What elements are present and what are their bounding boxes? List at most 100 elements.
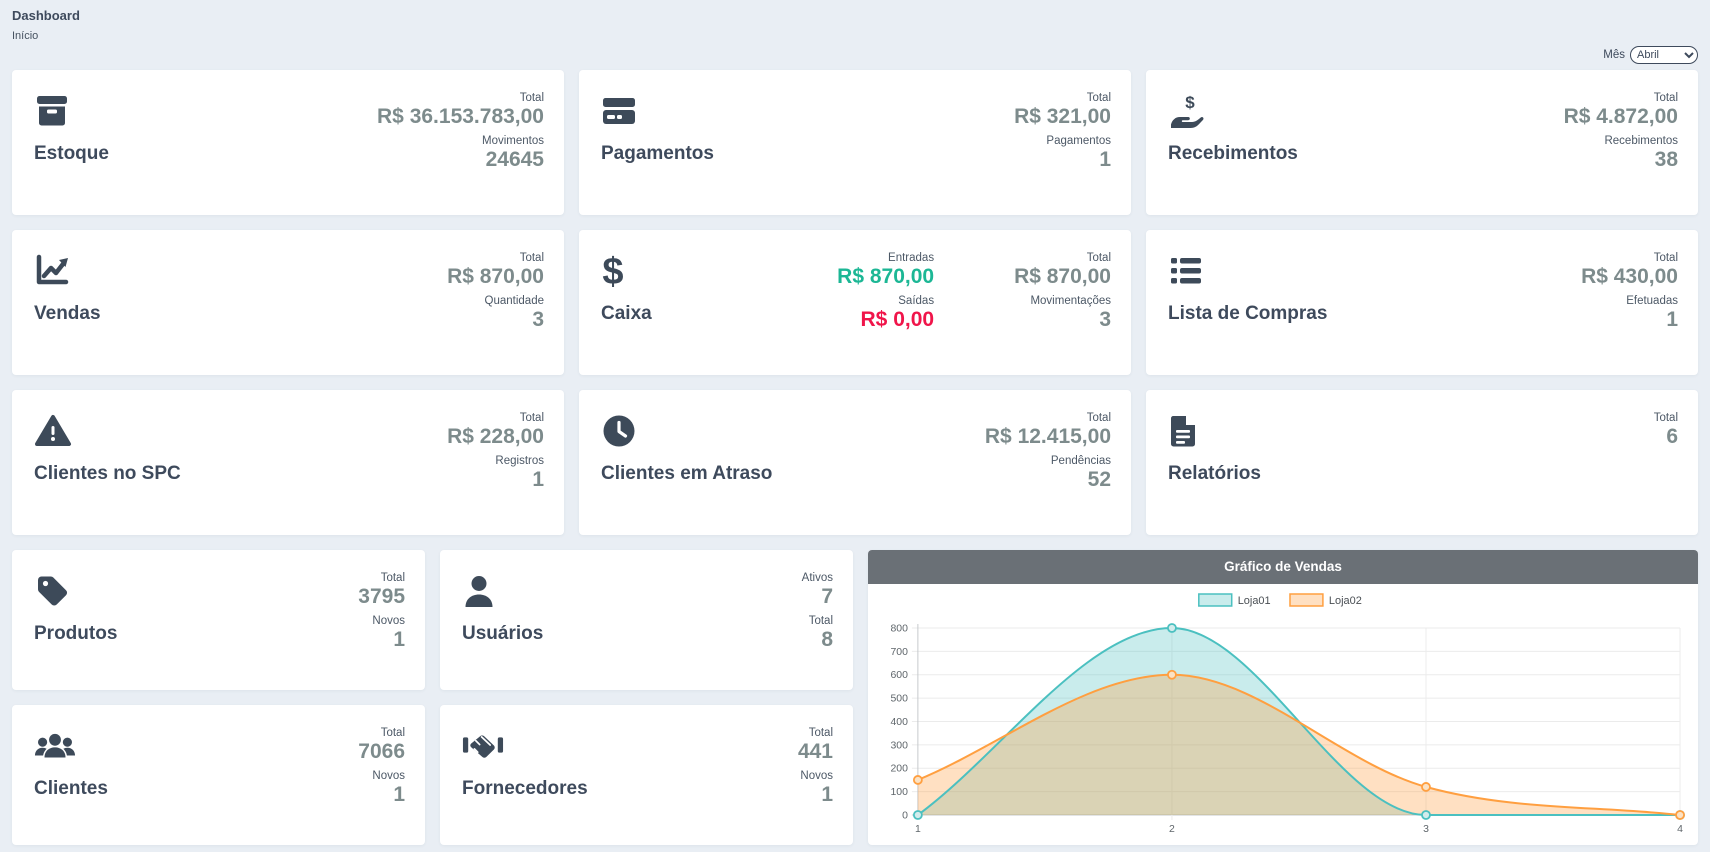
svg-text:100: 100 [890, 787, 908, 798]
chart-line-icon [34, 252, 76, 290]
stat-value: 441 [798, 740, 833, 763]
tag-icon [34, 572, 76, 610]
svg-text:600: 600 [890, 670, 908, 681]
svg-text:0: 0 [902, 810, 908, 821]
stat-value: 1 [532, 468, 544, 491]
stat-value: 8 [821, 628, 833, 651]
card-clientes[interactable]: Clientes Total7066Novos1 [12, 705, 425, 845]
stat-value: 3 [1099, 308, 1111, 331]
stat-label: Total [1087, 252, 1111, 264]
svg-text:800: 800 [890, 623, 908, 634]
month-filter-row: Mês Abril [12, 44, 1698, 66]
card-title: Fornecedores [462, 778, 588, 800]
card-produtos[interactable]: Produtos Total3795Novos1 [12, 550, 425, 690]
card-caixa[interactable]: $ Caixa EntradasR$ 870,00SaídasR$ 0,00 To… [579, 230, 1131, 375]
stat-column: EntradasR$ 870,00SaídasR$ 0,00 [837, 252, 934, 363]
credit-card-icon [601, 92, 643, 130]
card-title: Caixa [601, 303, 652, 325]
stat-value: R$ 321,00 [1014, 105, 1111, 128]
card-clientes-no-spc[interactable]: Clientes no SPC TotalR$ 228,00Registros1 [12, 390, 564, 535]
stat-label: Total [520, 92, 544, 104]
card-title: Vendas [34, 303, 101, 325]
stat-label: Total [381, 572, 405, 584]
svg-text:2: 2 [1169, 824, 1175, 835]
sales-chart: 01002003004005006007008001234Loja01Loja0… [868, 584, 1698, 845]
svg-text:Loja02: Loja02 [1329, 595, 1362, 607]
stat-value: 1 [393, 628, 405, 651]
svg-text:500: 500 [890, 694, 908, 705]
stat-label: Efetuadas [1626, 295, 1678, 307]
stat-label: Pagamentos [1046, 135, 1111, 147]
stat-column: TotalR$ 228,00Registros1 [447, 412, 544, 523]
card-title: Estoque [34, 143, 109, 165]
stat-column: TotalR$ 4.872,00Recebimentos38 [1564, 92, 1678, 203]
card-clientes-em-atraso[interactable]: Clientes em Atraso TotalR$ 12.415,00Pend… [579, 390, 1131, 535]
stat-value: 1 [1666, 308, 1678, 331]
stat-value: 7066 [358, 740, 405, 763]
month-select[interactable]: Abril [1630, 46, 1698, 64]
stat-label: Ativos [802, 572, 833, 584]
card-lista-de-compras[interactable]: Lista de Compras TotalR$ 430,00Efetuadas… [1146, 230, 1698, 375]
stat-column: Total441Novos1 [798, 727, 833, 833]
stat-cards-grid: Estoque TotalR$ 36.153.783,00Movimentos2… [12, 70, 1698, 535]
stat-value: 1 [821, 783, 833, 806]
stat-column: Total6 [1654, 412, 1678, 523]
breadcrumb: Início [12, 30, 1698, 42]
stat-label: Total [809, 727, 833, 739]
svg-text:Loja01: Loja01 [1238, 595, 1271, 607]
card-recebimentos[interactable]: $ Recebimentos TotalR$ 4.872,00Recebimen… [1146, 70, 1698, 215]
stat-column: Total7066Novos1 [358, 727, 405, 833]
stat-label: Total [381, 727, 405, 739]
stat-label: Total [809, 615, 833, 627]
stat-value: 3795 [358, 585, 405, 608]
file-icon [1168, 412, 1210, 450]
user-icon [462, 572, 504, 610]
svg-text:200: 200 [890, 764, 908, 775]
svg-text:$: $ [1185, 93, 1195, 112]
stat-value: 1 [1099, 148, 1111, 171]
stat-value: R$ 4.872,00 [1564, 105, 1678, 128]
stat-label: Total [1087, 412, 1111, 424]
card-title: Pagamentos [601, 143, 714, 165]
stat-column: TotalR$ 430,00Efetuadas1 [1581, 252, 1678, 363]
card-title: Clientes [34, 778, 108, 800]
stat-column: Ativos7 Total8 [802, 572, 833, 678]
card-fornecedores[interactable]: Fornecedores Total441Novos1 [440, 705, 853, 845]
svg-text:300: 300 [890, 740, 908, 751]
svg-text:400: 400 [890, 717, 908, 728]
svg-text:4: 4 [1677, 824, 1683, 835]
stat-column: TotalR$ 870,00Movimentações3 [1014, 252, 1111, 363]
svg-text:3: 3 [1423, 824, 1429, 835]
card-pagamentos[interactable]: Pagamentos TotalR$ 321,00Pagamentos1 [579, 70, 1131, 215]
dashboard-page: Dashboard Início Mês Abril Estoque Total… [0, 0, 1710, 845]
month-label: Mês [1603, 49, 1625, 61]
card-title: Usuários [462, 623, 543, 645]
stat-column: TotalR$ 36.153.783,00Movimentos24645 [377, 92, 544, 203]
card-title: Clientes em Atraso [601, 463, 772, 485]
stat-label: Total [1654, 412, 1678, 424]
stat-value: R$ 228,00 [447, 425, 544, 448]
card-estoque[interactable]: Estoque TotalR$ 36.153.783,00Movimentos2… [12, 70, 564, 215]
users-icon [34, 727, 76, 765]
handshake-icon [462, 727, 504, 765]
stat-value: 1 [393, 783, 405, 806]
chart-title: Gráfico de Vendas [868, 550, 1698, 584]
svg-text:1: 1 [915, 824, 921, 835]
stat-value: 7 [821, 585, 833, 608]
warning-triangle-icon [34, 412, 76, 450]
stat-value: 3 [532, 308, 544, 331]
stat-value: R$ 0,00 [861, 308, 935, 331]
stat-column: TotalR$ 12.415,00Pendências52 [985, 412, 1111, 523]
dollar-icon: $ [601, 252, 643, 290]
stat-value: R$ 36.153.783,00 [377, 105, 544, 128]
stat-label: Novos [372, 615, 405, 627]
stat-value: R$ 430,00 [1581, 265, 1678, 288]
card-vendas[interactable]: Vendas TotalR$ 870,00Quantidade3 [12, 230, 564, 375]
stat-label: Registros [495, 455, 544, 467]
stat-label: Recebimentos [1604, 135, 1678, 147]
stat-column: TotalR$ 870,00Quantidade3 [447, 252, 544, 363]
stat-label: Quantidade [485, 295, 544, 307]
card-relatorios[interactable]: Relatórios Total6 [1146, 390, 1698, 535]
stat-label: Entradas [888, 252, 934, 264]
card-usuarios[interactable]: Usuários Ativos7 Total8 [440, 550, 853, 690]
